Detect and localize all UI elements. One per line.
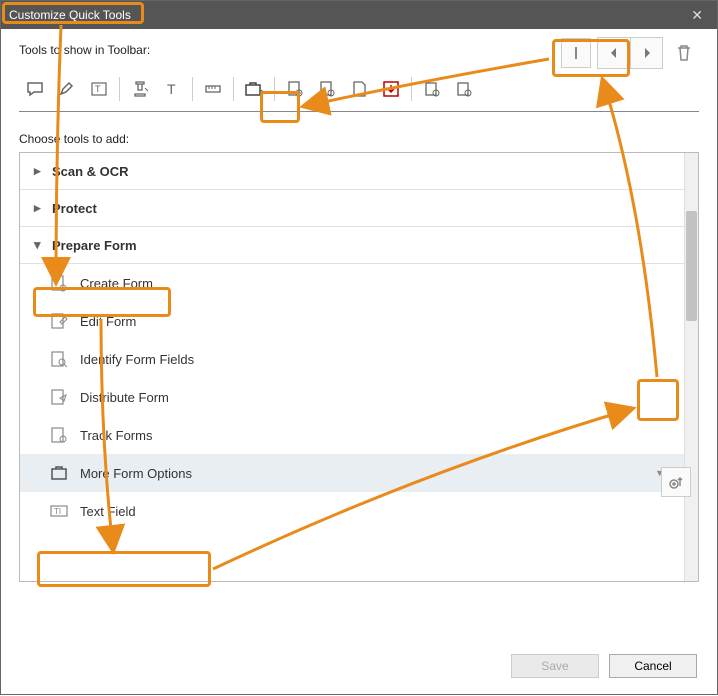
- item-label: Track Forms: [80, 428, 152, 443]
- item-track-forms[interactable]: Track Forms: [20, 416, 684, 454]
- separator-icon: [569, 46, 583, 60]
- page-icon[interactable]: [347, 77, 371, 101]
- titlebar: Customize Quick Tools ✕: [1, 1, 717, 29]
- caret-down-icon: ▾: [34, 237, 44, 253]
- list-body: ▸ Scan & OCR ▸ Protect ▾ Prepare Form Cr…: [20, 153, 684, 581]
- close-icon[interactable]: ✕: [685, 7, 709, 24]
- svg-text:TI: TI: [54, 507, 61, 516]
- section-label: Protect: [52, 201, 97, 216]
- text-icon[interactable]: T: [160, 77, 184, 101]
- form-edit-icon: [50, 312, 68, 330]
- text-box-icon[interactable]: T: [87, 77, 111, 101]
- item-create-form[interactable]: Create Form: [20, 264, 684, 302]
- item-identify-fields[interactable]: Identify Form Fields: [20, 340, 684, 378]
- item-label: More Form Options: [80, 466, 192, 481]
- window-title: Customize Quick Tools: [9, 8, 685, 22]
- trash-icon: [676, 44, 692, 62]
- move-left-button[interactable]: [598, 38, 630, 68]
- section-label: Prepare Form: [52, 238, 137, 253]
- side-add-panel: [661, 467, 691, 497]
- toolbar-separator: [411, 77, 412, 101]
- form-send-icon: [50, 388, 68, 406]
- toolbar-area: Tools to show in Toolbar: T: [19, 43, 699, 112]
- cancel-button[interactable]: Cancel: [609, 654, 697, 678]
- item-distribute-form[interactable]: Distribute Form: [20, 378, 684, 416]
- measure-icon[interactable]: [201, 77, 225, 101]
- item-label: Distribute Form: [80, 390, 169, 405]
- comment-icon[interactable]: [23, 77, 47, 101]
- item-more-form-options[interactable]: More Form Options ▼: [20, 454, 684, 492]
- download-icon[interactable]: [379, 77, 403, 101]
- stamp-icon[interactable]: [128, 77, 152, 101]
- add-separator-button[interactable]: [561, 38, 591, 68]
- toolbar-separator: [274, 77, 275, 101]
- scrollbar[interactable]: [684, 153, 698, 581]
- tools-gear-icon[interactable]: [452, 77, 476, 101]
- protect-icon[interactable]: [420, 77, 444, 101]
- section-scan-ocr[interactable]: ▸ Scan & OCR: [20, 153, 684, 190]
- doc-gear-icon[interactable]: [315, 77, 339, 101]
- toolbar-underline: [19, 111, 699, 112]
- svg-text:T: T: [167, 81, 176, 97]
- delete-button[interactable]: [669, 38, 699, 68]
- toolbar-separator: [119, 77, 120, 101]
- choose-label: Choose tools to add:: [19, 132, 699, 146]
- add-up-icon: [668, 474, 684, 490]
- item-label: Edit Form: [80, 314, 136, 329]
- dialog-content: Tools to show in Toolbar: T: [1, 29, 717, 596]
- text-field-icon: TI: [50, 502, 68, 520]
- toolbar-row: T T: [19, 65, 699, 111]
- svg-text:T: T: [95, 84, 101, 94]
- form-search-icon: [50, 350, 68, 368]
- tool-list: ▸ Scan & OCR ▸ Protect ▾ Prepare Form Cr…: [19, 152, 699, 582]
- button-row: Save Cancel: [511, 654, 697, 678]
- section-protect[interactable]: ▸ Protect: [20, 190, 684, 227]
- briefcase-icon: [50, 464, 68, 482]
- section-prepare-form[interactable]: ▾ Prepare Form: [20, 227, 684, 264]
- caret-left-icon: [609, 47, 619, 59]
- toolbar-separator: [192, 77, 193, 101]
- briefcase-icon[interactable]: [242, 77, 266, 101]
- item-edit-form[interactable]: Edit Form: [20, 302, 684, 340]
- item-label: Create Form: [80, 276, 153, 291]
- move-right-button[interactable]: [630, 38, 662, 68]
- item-label: Text Field: [80, 504, 136, 519]
- caret-right-icon: ▸: [34, 200, 44, 216]
- toolbar-controls: [561, 37, 699, 69]
- form-plus-icon: [50, 274, 68, 292]
- toolbar-separator: [233, 77, 234, 101]
- form-track-icon: [50, 426, 68, 444]
- item-text-field[interactable]: TI Text Field: [20, 492, 684, 530]
- move-nav-group: [597, 37, 663, 69]
- item-label: Identify Form Fields: [80, 352, 194, 367]
- highlight-icon[interactable]: [55, 77, 79, 101]
- caret-right-icon: ▸: [34, 163, 44, 179]
- section-label: Scan & OCR: [52, 164, 129, 179]
- add-up-button[interactable]: [661, 467, 691, 497]
- save-button: Save: [511, 654, 599, 678]
- caret-right-icon: [642, 47, 652, 59]
- doc-plus-icon[interactable]: [283, 77, 307, 101]
- scrollbar-thumb[interactable]: [686, 211, 697, 321]
